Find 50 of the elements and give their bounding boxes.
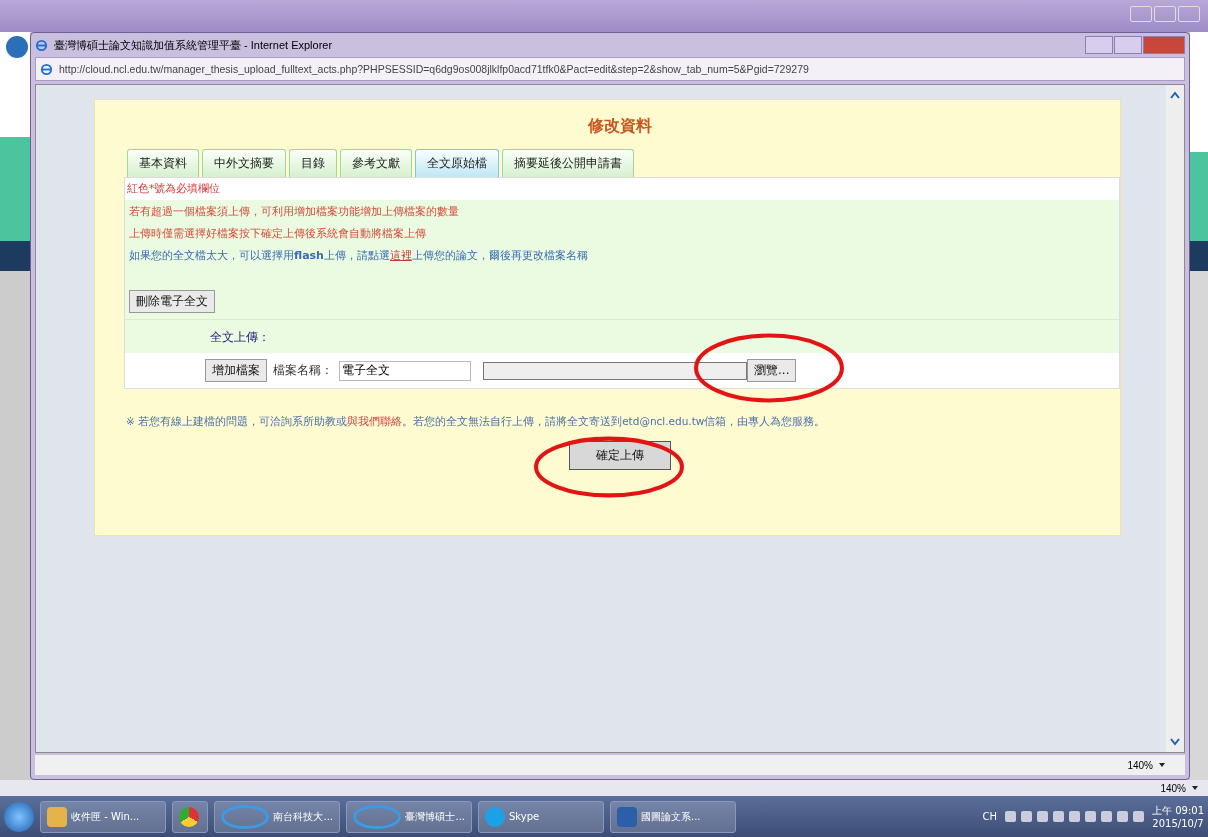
taskbar-button[interactable] xyxy=(172,800,208,833)
browser-logo-icon xyxy=(40,62,53,76)
app-icon xyxy=(617,806,637,827)
language-indicator[interactable]: CH xyxy=(982,811,997,822)
taskbar-button[interactable]: 收件匣 - Win... xyxy=(40,800,166,833)
app-icon xyxy=(485,806,505,827)
tab[interactable]: 參考文獻 xyxy=(340,149,412,177)
instruction-text: 上傳時僅需選擇好檔案按下確定上傳後系統會自動將檔案上傳 xyxy=(129,226,427,241)
delete-fulltext-button[interactable]: 刪除電子全文 xyxy=(129,290,215,313)
required-note: 紅色*號為必填欄位 xyxy=(126,181,222,196)
taskbar-button[interactable]: 臺灣博碩士... xyxy=(346,800,472,833)
file-name-label: 檔案名稱： xyxy=(273,363,333,378)
clock[interactable]: 上午 09:01 2015/10/7 xyxy=(1152,803,1204,830)
scroll-down-icon[interactable] xyxy=(1170,738,1180,746)
scroll-up-icon[interactable] xyxy=(1170,91,1180,99)
app-icon xyxy=(221,804,270,829)
tray-icons[interactable] xyxy=(1005,811,1144,822)
caret-icon[interactable] xyxy=(1159,763,1165,767)
url-text: http://cloud.ncl.edu.tw/manager_thesis_upload_fulltext_acts.php?PHPSESSID=q6dg9os008jlklfp0acd71tfk0&Pact=edit&step=2&show_tab_num=5&Pgid=729279 xyxy=(59,63,809,75)
instruction-text: 若有超過一個檔案須上傳，可利用增加檔案功能增加上傳檔案的數量 xyxy=(129,204,460,219)
address-bar[interactable]: http://cloud.ncl.edu.tw/manager_thesis_upload_fulltext_acts.php?PHPSESSID=q6dg9os008jlklfp0acd71tfk0&Pact=edit&step=2&show_tab_num=5&Pgid=729279 xyxy=(35,57,1185,81)
tab[interactable]: 中外文摘要 xyxy=(202,149,286,177)
tab[interactable]: 基本資料 xyxy=(127,149,199,177)
instruction-text: 如果您的全文檔太大，可以選擇用flash上傳，請點選這裡上傳您的論文，爾後再更改檔案名稱 xyxy=(129,248,589,263)
tab[interactable]: 全文原始檔 xyxy=(415,149,499,177)
add-file-button[interactable]: 增加檔案 xyxy=(205,359,267,382)
app-icon xyxy=(47,806,67,827)
browse-button[interactable]: 瀏覽... xyxy=(747,359,797,382)
upload-label: 全文上傳： xyxy=(210,330,270,344)
app-icon xyxy=(353,804,402,829)
here-link[interactable]: 這裡 xyxy=(389,249,412,262)
submit-upload-button[interactable]: 確定上傳 xyxy=(569,441,671,470)
scrollbar[interactable] xyxy=(1166,85,1184,752)
window-title: 臺灣博碩士論文知識加值系統管理平臺 - Internet Explorer xyxy=(54,37,334,53)
tab[interactable]: 摘要延後公開申請書 xyxy=(502,149,634,177)
taskbar-button[interactable]: Skype xyxy=(478,800,604,833)
contact-link[interactable]: 與我們聯絡 xyxy=(347,415,403,427)
page-heading: 修改資料 xyxy=(586,115,653,137)
contact-text: ※ 若您有線上建檔的問題，可洽詢系所助教或與我們聯絡。若您的全文無法自行上傳，請將全文寄送到etd@ncl.edu.tw信箱，由專人為您服務。 xyxy=(126,415,827,429)
file-name-field[interactable]: 電子全文 xyxy=(339,360,471,381)
taskbar-button[interactable]: 國圖論文系... xyxy=(610,800,736,833)
start-button[interactable] xyxy=(4,801,34,832)
zoom-level[interactable]: 140% xyxy=(1160,782,1186,794)
taskbar-button[interactable]: 南台科技大... xyxy=(214,800,340,833)
app-icon xyxy=(179,806,199,827)
zoom-level[interactable]: 140% xyxy=(1127,759,1153,771)
browser-logo-icon xyxy=(35,38,48,52)
tab[interactable]: 目錄 xyxy=(289,149,337,177)
file-path-field[interactable] xyxy=(483,361,747,380)
caret-icon[interactable] xyxy=(1192,786,1198,790)
